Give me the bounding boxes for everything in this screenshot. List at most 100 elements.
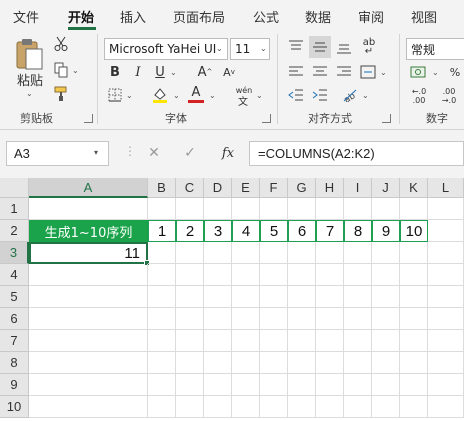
- cell-e9[interactable]: [232, 374, 260, 396]
- underline-dropdown-icon[interactable]: ⌄: [170, 68, 177, 77]
- column-header-g[interactable]: G: [288, 178, 316, 198]
- bold-button[interactable]: B: [107, 63, 123, 81]
- cell-h4[interactable]: [316, 264, 344, 286]
- cell-f4[interactable]: [260, 264, 288, 286]
- cell-i5[interactable]: [344, 286, 372, 308]
- accounting-dropdown-icon[interactable]: ⌄: [432, 68, 439, 77]
- cell-g4[interactable]: [288, 264, 316, 286]
- percent-style-button[interactable]: %: [446, 63, 464, 81]
- borders-dropdown-icon[interactable]: ⌄: [126, 91, 133, 100]
- cell-b2[interactable]: 1: [148, 220, 176, 242]
- row-header-3[interactable]: 3: [0, 242, 29, 264]
- row-header-9[interactable]: 9: [0, 374, 29, 396]
- cell-e5[interactable]: [232, 286, 260, 308]
- cell-d3[interactable]: [204, 242, 232, 264]
- cell-i4[interactable]: [344, 264, 372, 286]
- cell-i6[interactable]: [344, 308, 372, 330]
- merge-dropdown-icon[interactable]: ⌄: [380, 68, 387, 77]
- cell-j9[interactable]: [372, 374, 400, 396]
- cell-g6[interactable]: [288, 308, 316, 330]
- cell-a2[interactable]: 生成1~10序列: [29, 220, 148, 242]
- row-header-8[interactable]: 8: [0, 352, 29, 374]
- grow-font-button[interactable]: A ^: [196, 63, 214, 81]
- column-header-k[interactable]: K: [400, 178, 428, 198]
- cell-l7[interactable]: [428, 330, 464, 352]
- cell-g8[interactable]: [288, 352, 316, 374]
- font-name-dropdown-icon[interactable]: ⌄: [216, 44, 223, 53]
- cell-j5[interactable]: [372, 286, 400, 308]
- cell-j7[interactable]: [372, 330, 400, 352]
- cell-k5[interactable]: [400, 286, 428, 308]
- tab-review[interactable]: 审阅: [358, 7, 384, 26]
- cell-d7[interactable]: [204, 330, 232, 352]
- column-header-c[interactable]: C: [176, 178, 204, 198]
- fill-color-dropdown-icon[interactable]: ⌄: [173, 91, 180, 100]
- cell-j4[interactable]: [372, 264, 400, 286]
- cell-f3[interactable]: [260, 242, 288, 264]
- cell-k10[interactable]: [400, 396, 428, 418]
- cell-j1[interactable]: [372, 198, 400, 220]
- phonetic-dropdown-icon[interactable]: ⌄: [256, 91, 263, 100]
- cell-i8[interactable]: [344, 352, 372, 374]
- cell-b10[interactable]: [148, 396, 176, 418]
- cell-l2[interactable]: [428, 220, 464, 242]
- cell-c6[interactable]: [176, 308, 204, 330]
- tab-insert[interactable]: 插入: [120, 7, 146, 26]
- tab-data[interactable]: 数据: [305, 7, 331, 26]
- cell-h6[interactable]: [316, 308, 344, 330]
- cell-g7[interactable]: [288, 330, 316, 352]
- cell-l4[interactable]: [428, 264, 464, 286]
- cell-f9[interactable]: [260, 374, 288, 396]
- cell-h9[interactable]: [316, 374, 344, 396]
- tab-view[interactable]: 视图: [411, 7, 437, 26]
- copy-icon[interactable]: [52, 61, 70, 79]
- cell-d1[interactable]: [204, 198, 232, 220]
- cell-l6[interactable]: [428, 308, 464, 330]
- row-header-10[interactable]: 10: [0, 396, 29, 418]
- align-right-icon[interactable]: [334, 63, 354, 81]
- cell-d9[interactable]: [204, 374, 232, 396]
- column-header-e[interactable]: E: [232, 178, 260, 198]
- clipboard-launcher-icon[interactable]: [84, 114, 93, 123]
- cell-a5[interactable]: [29, 286, 148, 308]
- cell-h3[interactable]: [316, 242, 344, 264]
- column-header-j[interactable]: J: [372, 178, 400, 198]
- copy-dropdown-icon[interactable]: ⌄: [72, 66, 79, 75]
- row-header-1[interactable]: 1: [0, 198, 29, 220]
- cell-c3[interactable]: [176, 242, 204, 264]
- column-header-a[interactable]: A: [29, 178, 148, 198]
- cell-j6[interactable]: [372, 308, 400, 330]
- cell-c10[interactable]: [176, 396, 204, 418]
- column-header-d[interactable]: D: [204, 178, 232, 198]
- column-header-l[interactable]: L: [428, 178, 464, 198]
- cell-d2[interactable]: 3: [204, 220, 232, 242]
- cell-g1[interactable]: [288, 198, 316, 220]
- cell-f2[interactable]: 5: [260, 220, 288, 242]
- cell-j8[interactable]: [372, 352, 400, 374]
- cell-l1[interactable]: [428, 198, 464, 220]
- italic-button[interactable]: I: [130, 63, 146, 81]
- cell-h7[interactable]: [316, 330, 344, 352]
- tab-page-layout[interactable]: 页面布局: [173, 7, 225, 26]
- cell-a10[interactable]: [29, 396, 148, 418]
- cell-c7[interactable]: [176, 330, 204, 352]
- insert-function-button[interactable]: fx: [217, 143, 239, 163]
- cell-f6[interactable]: [260, 308, 288, 330]
- name-box-dropdown-icon[interactable]: ▾: [94, 148, 98, 157]
- borders-icon[interactable]: [106, 86, 124, 104]
- cell-l8[interactable]: [428, 352, 464, 374]
- tab-home[interactable]: 开始: [68, 7, 94, 26]
- cell-c5[interactable]: [176, 286, 204, 308]
- paste-dropdown-icon[interactable]: ⌄: [26, 89, 33, 98]
- cell-a3[interactable]: 11: [29, 242, 148, 264]
- paste-icon[interactable]: [12, 36, 46, 72]
- cell-i9[interactable]: [344, 374, 372, 396]
- cell-h5[interactable]: [316, 286, 344, 308]
- cell-e8[interactable]: [232, 352, 260, 374]
- row-header-6[interactable]: 6: [0, 308, 29, 330]
- cell-e2[interactable]: 4: [232, 220, 260, 242]
- font-name-select[interactable]: Microsoft YaHei UI: [104, 38, 228, 60]
- cell-g9[interactable]: [288, 374, 316, 396]
- cell-d5[interactable]: [204, 286, 232, 308]
- cell-i3[interactable]: [344, 242, 372, 264]
